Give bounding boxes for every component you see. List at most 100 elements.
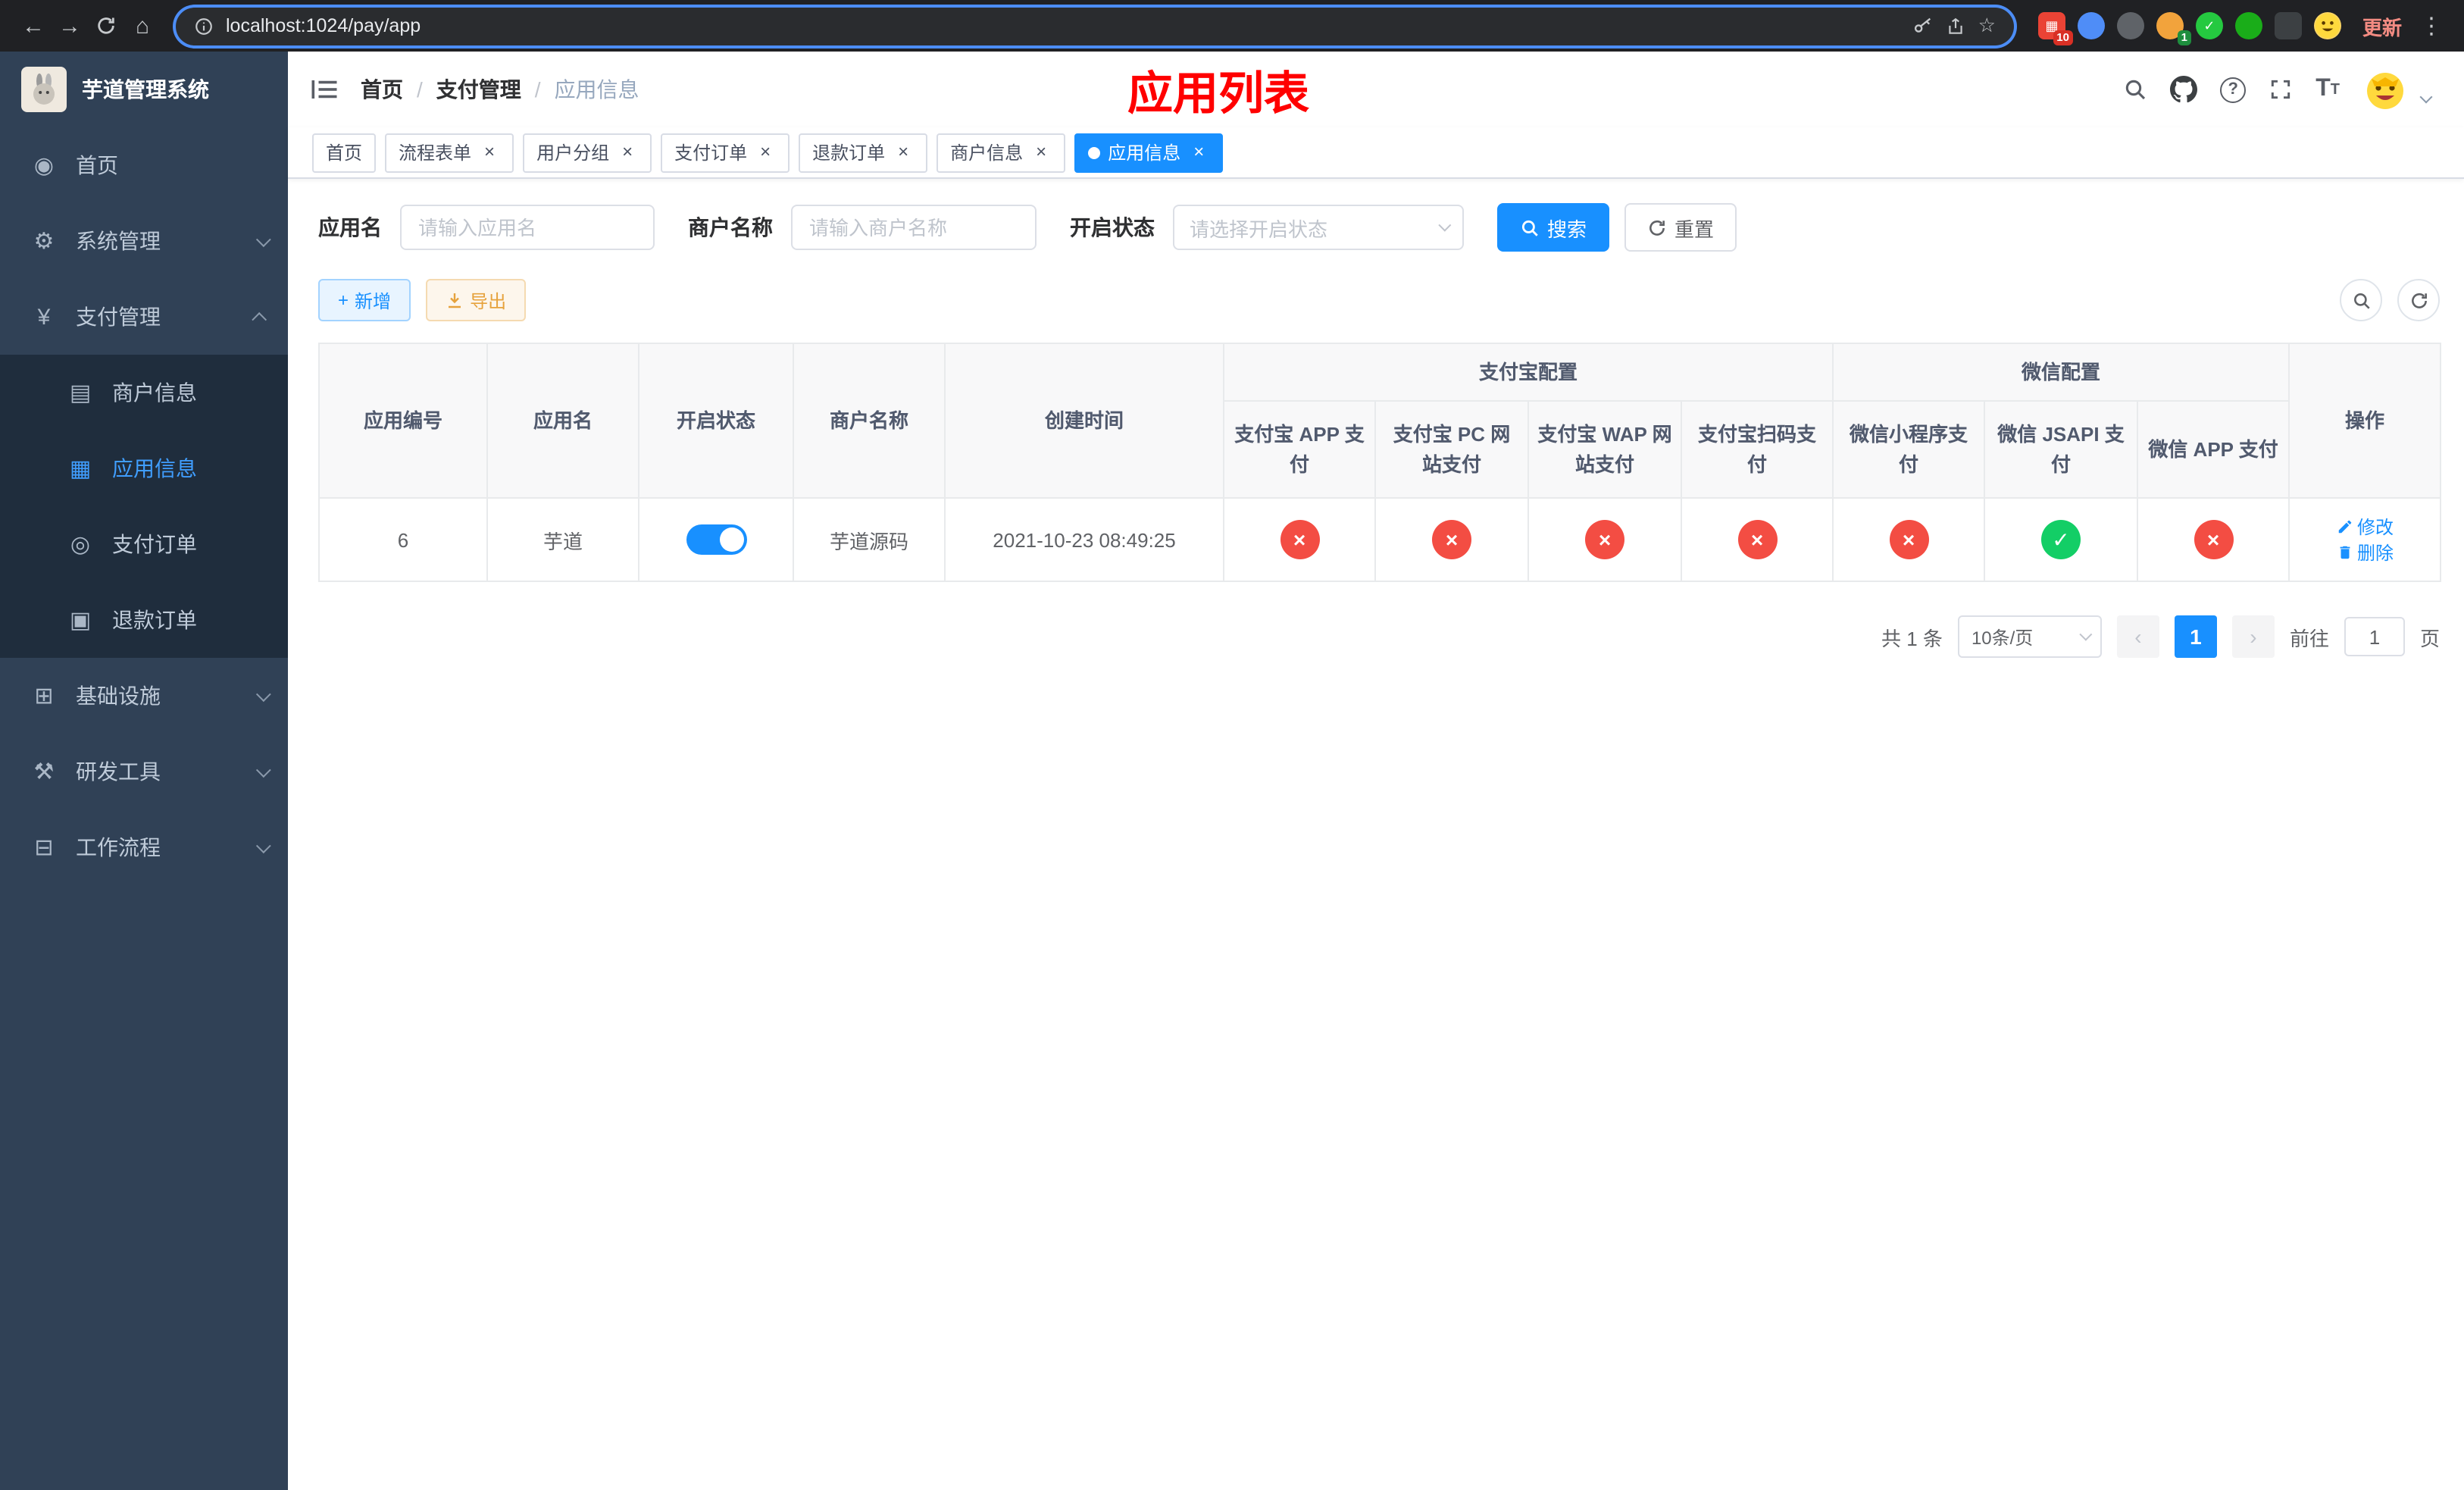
sidebar-item-workflow[interactable]: ⊟ 工作流程 [0, 809, 288, 885]
tab-refund-orders[interactable]: 退款订单 × [799, 133, 928, 172]
add-button[interactable]: + 新增 [318, 279, 411, 321]
back-icon[interactable]: ← [15, 8, 52, 44]
config-status-icon: × [1280, 520, 1319, 559]
browser-menu-icon[interactable]: ⋮ [2414, 12, 2449, 39]
pagination: 共 1 条 10条/页 ‹ 1 › 前往 页 [318, 615, 2440, 658]
home-icon[interactable]: ⌂ [124, 8, 161, 44]
close-icon[interactable]: × [755, 141, 776, 163]
breadcrumb-current: 应用信息 [554, 77, 639, 102]
export-button[interactable]: 导出 [426, 279, 527, 321]
tab-user-group[interactable]: 用户分组 × [523, 133, 652, 172]
sidebar-item-pay-orders[interactable]: ◎ 支付订单 [0, 506, 288, 582]
extensions-puzzle-icon[interactable] [2274, 12, 2302, 39]
sidebar-item-system[interactable]: ⚙ 系统管理 [0, 203, 288, 279]
show-search-button[interactable] [2340, 279, 2382, 321]
chevron-down-icon [255, 762, 271, 778]
navbar-actions: ? TT [2123, 67, 2433, 112]
extension-icon-gray[interactable] [2116, 12, 2144, 39]
extension-badge: 10 [2053, 30, 2073, 45]
github-icon[interactable] [2170, 76, 2198, 103]
app-name-label: 应用名 [318, 215, 382, 239]
search-icon[interactable] [2123, 77, 2147, 102]
col-alipay-pc: 支付宝 PC 网站支付 [1374, 400, 1529, 499]
sidebar-item-payment[interactable]: ¥ 支付管理 [0, 279, 288, 355]
gear-icon: ⚙ [33, 229, 55, 255]
col-wechat-app: 微信 APP 支付 [2137, 400, 2290, 499]
extension-icon-blue[interactable] [2077, 12, 2105, 39]
grid-icon: ▦ [69, 456, 92, 482]
col-merchant: 商户名称 [793, 343, 946, 499]
chevron-down-icon [1438, 218, 1452, 232]
tab-pay-orders[interactable]: 支付订单 × [661, 133, 790, 172]
breadcrumb-home[interactable]: 首页 [361, 74, 403, 105]
sidebar-item-infrastructure[interactable]: ⊞ 基础设施 [0, 658, 288, 734]
sidebar-item-refund-orders[interactable]: ▣ 退款订单 [0, 582, 288, 658]
site-info-icon[interactable] [194, 16, 214, 36]
col-alipay-wap: 支付宝 WAP 网站支付 [1527, 400, 1682, 499]
extension-avatar-icon[interactable]: 1 [2156, 12, 2191, 45]
group-alipay: 支付宝配置 [1222, 343, 1834, 402]
config-status-icon: × [1432, 520, 1471, 559]
page-number-1[interactable]: 1 [2174, 615, 2217, 658]
config-status-icon: ✓ [2041, 520, 2081, 559]
close-icon[interactable]: × [1030, 141, 1052, 163]
card-icon: ▤ [69, 380, 92, 406]
password-key-icon[interactable] [1913, 15, 1934, 36]
address-bar[interactable]: localhost:1024/pay/app ☆ [176, 7, 2014, 45]
close-icon[interactable]: × [1188, 141, 1209, 163]
search-button[interactable]: 搜索 [1497, 203, 1610, 252]
app-name-input[interactable] [400, 205, 655, 250]
browser-update-button[interactable]: 更新 [2350, 11, 2414, 40]
reset-button[interactable]: 重置 [1624, 203, 1737, 252]
extension-icon-chat[interactable] [2234, 12, 2262, 39]
logo[interactable]: 芋道管理系统 [0, 52, 288, 127]
breadcrumb-payment[interactable]: 支付管理 [436, 74, 521, 105]
next-page-button[interactable]: › [2231, 615, 2275, 658]
extension-icon-red[interactable]: ▦ 10 [2037, 12, 2073, 45]
col-alipay-qr: 支付宝扫码支付 [1680, 400, 1834, 499]
table-row: 6 芋道 芋道源码 2021-10-23 08:49:25 × × × × × … [318, 497, 2442, 582]
fullscreen-icon[interactable] [2269, 77, 2293, 102]
edit-link[interactable]: 修改 [2336, 514, 2394, 540]
sidebar-item-dev-tools[interactable]: ⚒ 研发工具 [0, 734, 288, 809]
payment-submenu: ▤ 商户信息 ▦ 应用信息 ◎ 支付订单 ▣ 退款订单 [0, 355, 288, 658]
chevron-down-icon[interactable] [2419, 90, 2433, 104]
content: 应用名 商户名称 开启状态 请选择开启状态 搜索 重置 [288, 179, 2464, 1490]
refresh-button[interactable] [2397, 279, 2440, 321]
status-select[interactable]: 请选择开启状态 [1173, 205, 1464, 250]
tab-home[interactable]: 首页 [312, 133, 377, 172]
close-icon[interactable]: × [617, 141, 638, 163]
share-icon[interactable] [1946, 16, 1966, 36]
tab-merchant-info[interactable]: 商户信息 × [937, 133, 1066, 172]
chevron-down-icon [255, 837, 271, 853]
browser-chrome: ← → ⌂ localhost:1024/pay/app ☆ ▦ 10 1 ✓ … [0, 0, 2464, 52]
delete-link[interactable]: 删除 [2336, 540, 2394, 565]
tab-app-info[interactable]: 应用信息 × [1074, 133, 1224, 172]
close-icon[interactable]: × [893, 141, 914, 163]
config-status-icon: × [1737, 520, 1777, 559]
font-size-icon[interactable]: TT [2315, 76, 2340, 103]
sidebar-item-app-info[interactable]: ▦ 应用信息 [0, 430, 288, 506]
prev-page-button[interactable]: ‹ [2116, 615, 2159, 658]
app-table: 应用编号 应用名 开启状态 商户名称 创建时间 支付宝配置 微信配置 操作 支付… [318, 343, 2442, 582]
status-toggle[interactable] [686, 524, 746, 555]
extension-emoji-icon[interactable] [2313, 12, 2341, 39]
close-icon[interactable]: × [479, 141, 500, 163]
bookmark-star-icon[interactable]: ☆ [1978, 14, 1996, 38]
avatar[interactable] [2362, 67, 2408, 112]
extension-icon-green-circle[interactable]: ✓ [2195, 12, 2223, 39]
aim-icon: ◎ [70, 532, 91, 558]
merchant-name-input[interactable] [791, 205, 1037, 250]
sidebar-item-home[interactable]: ◉ 首页 [0, 127, 288, 203]
sidebar-item-merchant-info[interactable]: ▤ 商户信息 [0, 355, 288, 430]
tab-process-form[interactable]: 流程表单 × [385, 133, 514, 172]
hamburger-icon[interactable] [288, 77, 361, 102]
forward-icon[interactable]: → [52, 8, 88, 44]
goto-page-input[interactable] [2344, 617, 2405, 656]
yen-icon: ¥ [37, 304, 51, 330]
top-navbar: 首页 / 支付管理 / 应用信息 应用列表 ? T T [288, 52, 2464, 127]
page-size-select[interactable]: 10条/页 [1957, 615, 2102, 658]
help-icon[interactable]: ? [2220, 77, 2247, 102]
document-icon: ▣ [69, 608, 92, 634]
reload-icon[interactable] [88, 8, 124, 44]
